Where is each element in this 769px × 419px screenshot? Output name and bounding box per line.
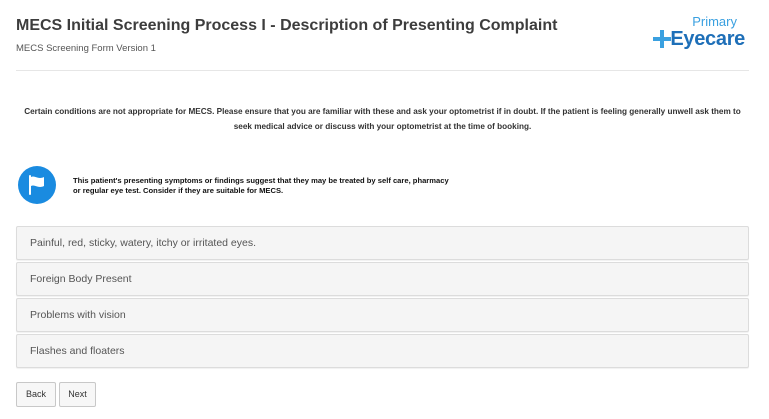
flag-icon bbox=[18, 166, 56, 204]
option-label: Foreign Body Present bbox=[30, 273, 132, 285]
option-foreign-body[interactable]: Foreign Body Present bbox=[16, 262, 749, 296]
page-header: MECS Initial Screening Process I - Descr… bbox=[16, 0, 749, 71]
primary-eyecare-logo: Primary Eyecare bbox=[653, 12, 745, 56]
option-flashes-and-floaters[interactable]: Flashes and floaters bbox=[16, 334, 749, 368]
page-title: MECS Initial Screening Process I - Descr… bbox=[16, 17, 558, 34]
option-painful-red-eyes[interactable]: Painful, red, sticky, watery, itchy or i… bbox=[16, 226, 749, 260]
option-label: Flashes and floaters bbox=[30, 345, 125, 357]
logo-primary-text: Primary bbox=[692, 14, 737, 29]
option-label: Problems with vision bbox=[30, 309, 126, 321]
page-subtitle: MECS Screening Form Version 1 bbox=[16, 43, 156, 54]
option-problems-with-vision[interactable]: Problems with vision bbox=[16, 298, 749, 332]
logo-eyecare-text: Eyecare bbox=[670, 28, 745, 50]
screening-notice: Certain conditions are not appropriate f… bbox=[24, 107, 741, 131]
self-care-advice-text: This patient's presenting symptoms or fi… bbox=[73, 176, 449, 195]
back-button[interactable]: Back bbox=[16, 382, 56, 407]
option-label: Painful, red, sticky, watery, itchy or i… bbox=[30, 237, 257, 249]
next-button[interactable]: Next bbox=[59, 382, 96, 407]
plus-cross-icon bbox=[653, 30, 671, 48]
